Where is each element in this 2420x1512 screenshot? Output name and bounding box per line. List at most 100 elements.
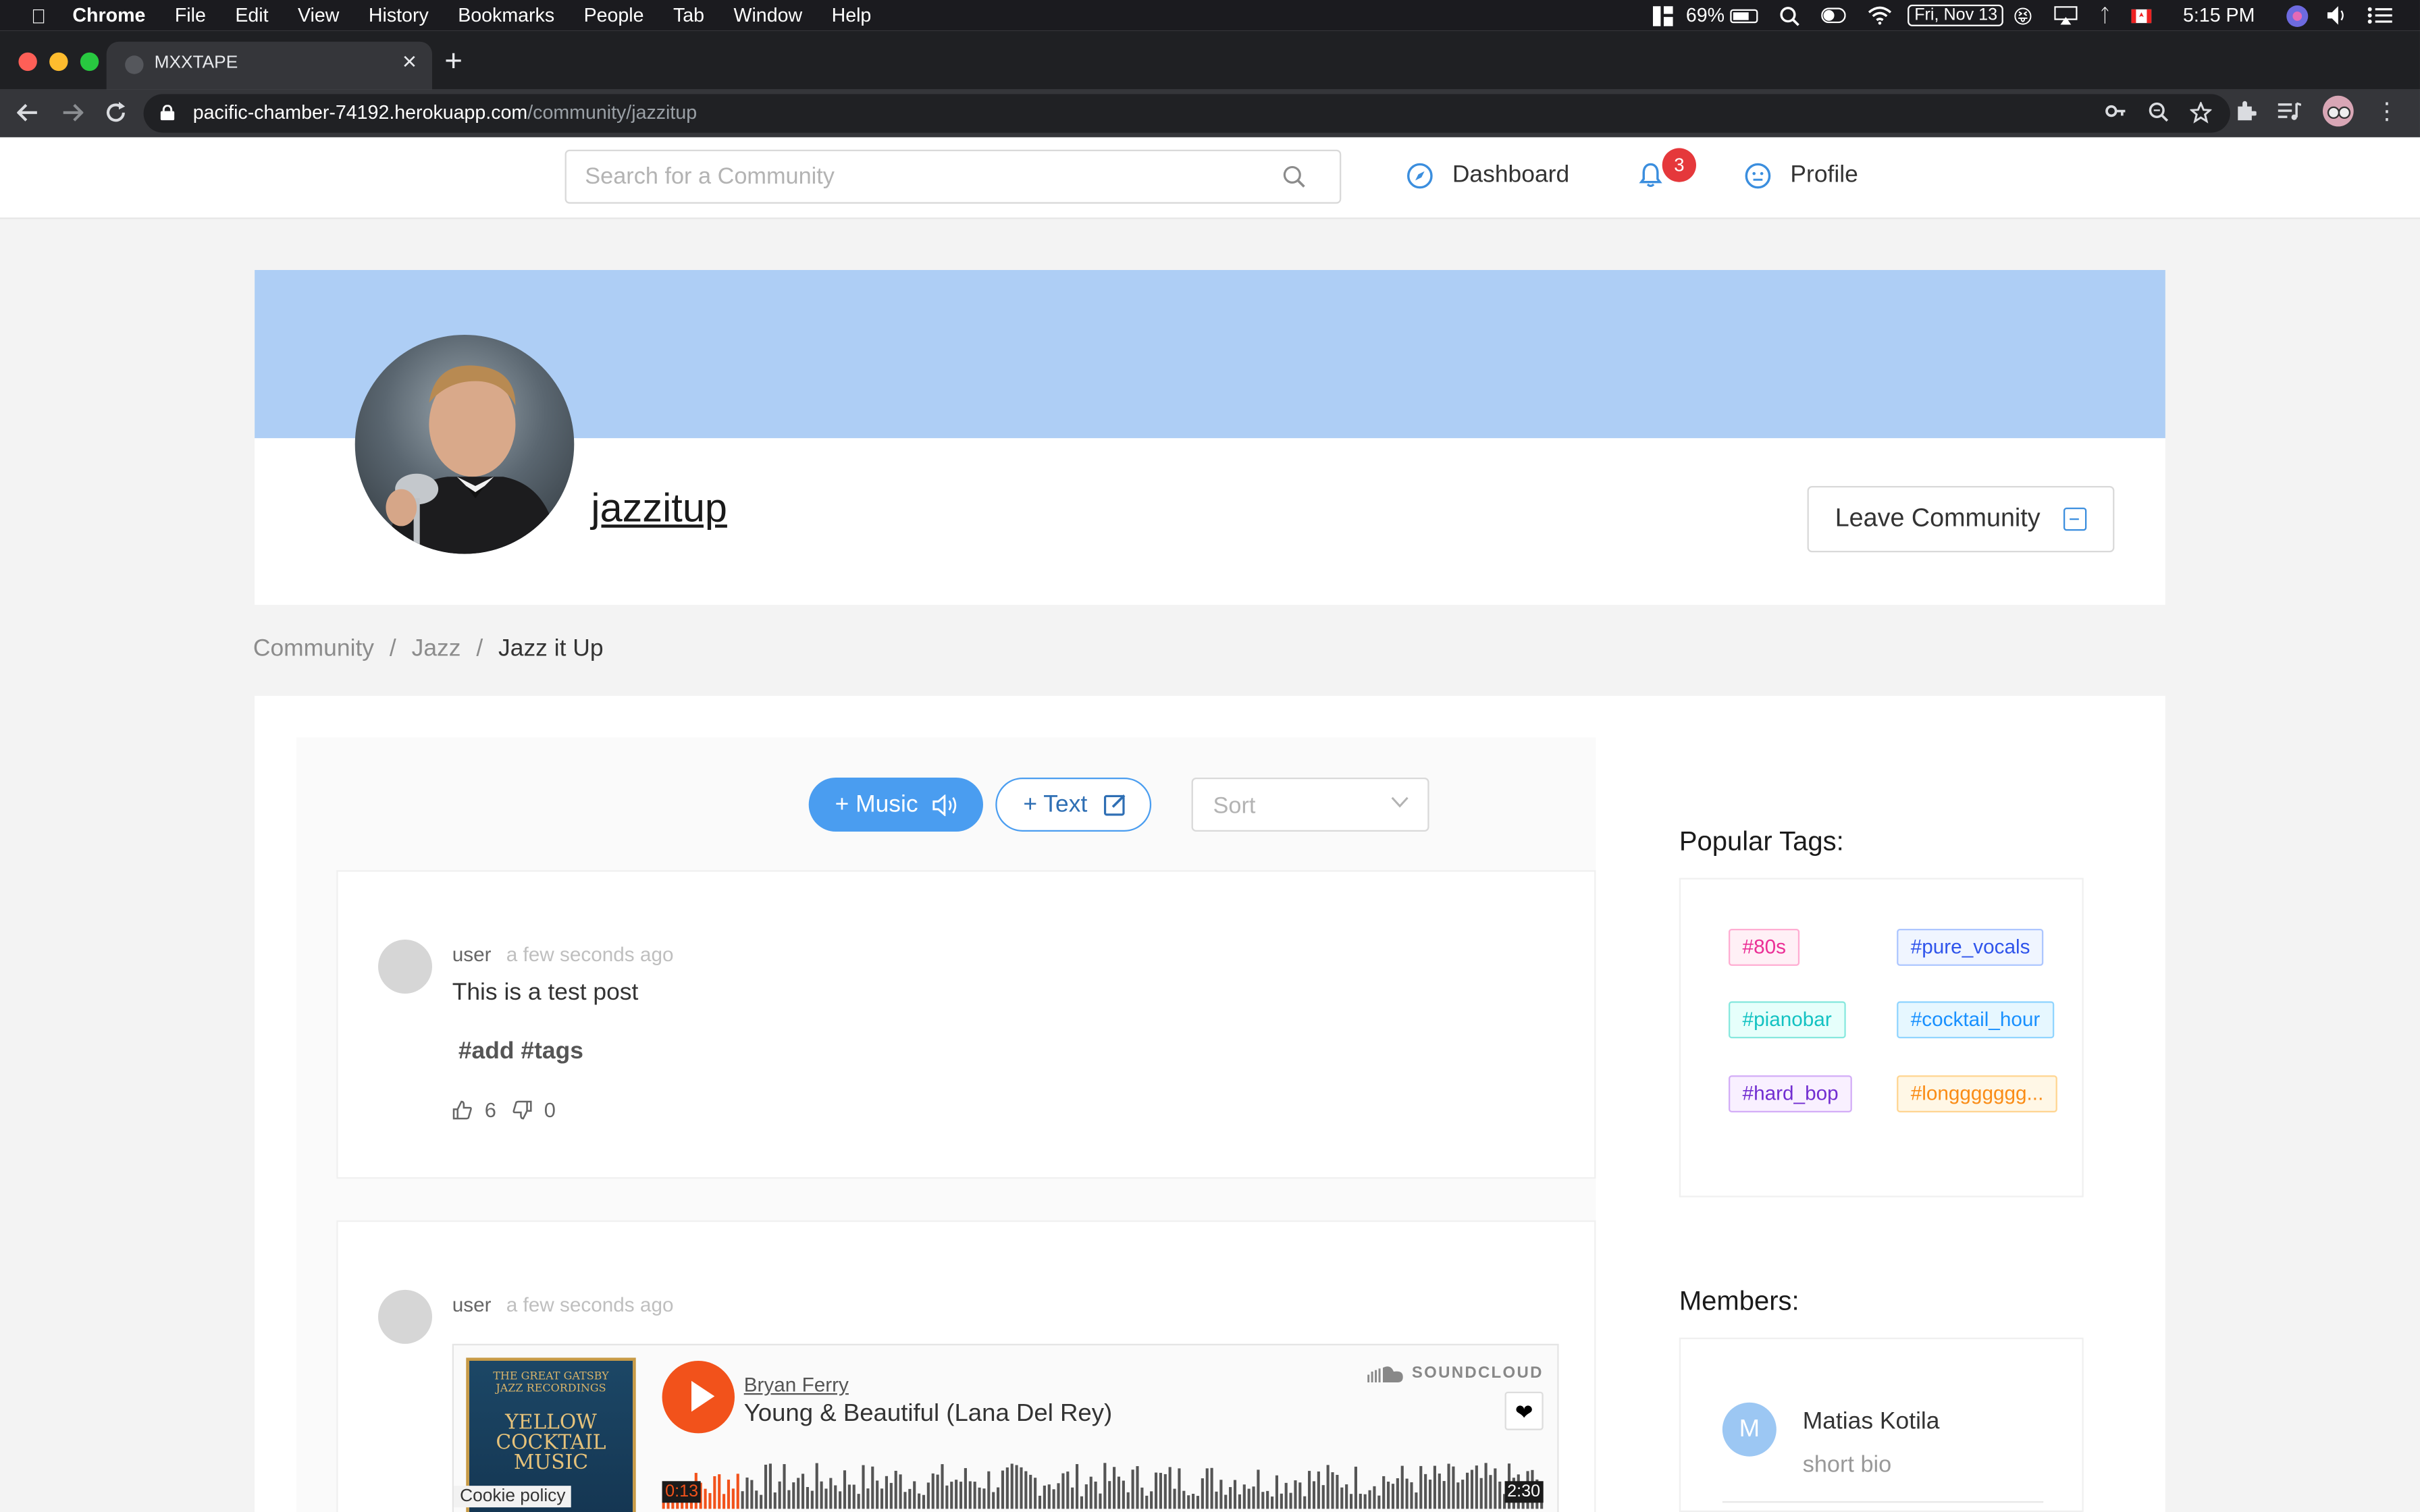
waveform-bar [1479, 1478, 1483, 1509]
post-author[interactable]: user [452, 943, 492, 966]
volume-icon[interactable] [2327, 6, 2349, 25]
url-text[interactable]: pacific-chamber-74192.herokuapp.com/comm… [193, 102, 697, 124]
minimize-window-button[interactable] [49, 52, 68, 72]
post-author[interactable]: user [452, 1293, 492, 1316]
menu-view[interactable]: View [298, 5, 339, 26]
new-tab-button[interactable]: + [444, 45, 463, 80]
menu-file[interactable]: File [175, 5, 206, 26]
spotlight-search-icon[interactable] [1780, 5, 1800, 26]
bookmark-star-icon[interactable] [2190, 101, 2212, 124]
waveform-bar [1294, 1480, 1297, 1509]
address-bar[interactable]: pacific-chamber-74192.herokuapp.com/comm… [143, 94, 2230, 133]
post-card: user a few seconds ago This is a test po… [336, 870, 1596, 1179]
leave-community-button[interactable]: Leave Community [1807, 485, 2115, 553]
waveform-bar [824, 1488, 828, 1509]
like-heart-button[interactable]: ❤ [1504, 1391, 1544, 1430]
siri-icon[interactable] [2286, 4, 2309, 27]
soundcloud-logo[interactable]: SOUNDCLOUD [1367, 1364, 1544, 1382]
chrome-menu-icon[interactable]: ⋮ [2375, 97, 2398, 125]
add-text-button[interactable]: + Text [995, 777, 1152, 832]
nav-dashboard[interactable]: Dashboard [1406, 162, 1569, 190]
apple-icon[interactable]:  [28, 4, 49, 27]
menu-app-chrome[interactable]: Chrome [72, 5, 145, 26]
community-search-input[interactable] [585, 163, 1264, 190]
tag-chip[interactable]: #cocktail_hour [1897, 1001, 2054, 1039]
back-arrow-icon[interactable] [17, 102, 38, 124]
waveform-bar [1089, 1476, 1093, 1509]
waveform-bar [1270, 1496, 1274, 1509]
lock-icon[interactable] [160, 105, 175, 121]
post-author-avatar[interactable] [377, 939, 432, 994]
waveform-bar [1345, 1484, 1348, 1509]
forward-arrow-icon[interactable] [61, 102, 84, 124]
notification-center-icon[interactable] [2367, 6, 2392, 24]
waveform-bar [1047, 1484, 1051, 1509]
tag-chip[interactable]: #80s [1728, 928, 1800, 966]
tag-chip[interactable]: #pure_vocals [1897, 928, 2045, 966]
toggle-status-icon[interactable] [1822, 7, 1847, 24]
menu-window[interactable]: Window [733, 5, 802, 26]
community-name[interactable]: jazzitup [591, 485, 727, 533]
menu-help[interactable]: Help [832, 5, 872, 26]
media-control-icon[interactable] [2278, 102, 2301, 120]
date-indicator[interactable]: Fri, Nov 13 [1908, 4, 2004, 26]
maximize-window-button[interactable] [80, 52, 99, 72]
waveform-bar [903, 1492, 907, 1509]
tag-chip[interactable]: #hard_bop [1728, 1075, 1853, 1112]
member-name[interactable]: Matias Kotila [1803, 1409, 1940, 1436]
waveform-bar [1108, 1481, 1111, 1509]
thumbs-down-icon[interactable] [512, 1100, 532, 1120]
tab-close-icon[interactable]: × [402, 49, 417, 77]
zoom-icon[interactable] [2149, 102, 2169, 122]
breadcrumb-community[interactable]: Community [253, 636, 374, 664]
menu-tab[interactable]: Tab [673, 5, 704, 26]
member-avatar[interactable]: M [1722, 1402, 1777, 1457]
sort-placeholder: Sort [1213, 792, 1256, 819]
key-icon[interactable] [2105, 102, 2127, 120]
waveform-bar [1099, 1493, 1102, 1509]
waveform-bar [1489, 1475, 1492, 1509]
bluetooth-icon[interactable]: ᛏ [2099, 5, 2110, 26]
menu-edit[interactable]: Edit [235, 5, 268, 26]
wifi-icon[interactable] [1868, 6, 1893, 25]
waveform-bar [1466, 1472, 1469, 1509]
browser-tab-active[interactable]: MXXTAPE × [106, 41, 432, 90]
track-title[interactable]: Young & Beautiful (Lana Del Rey) [744, 1401, 1113, 1428]
canada-flag-icon[interactable] [2132, 8, 2153, 23]
artwork-subtitle: THE GREAT GATSBY JAZZ RECORDINGS [493, 1370, 609, 1395]
reload-icon[interactable] [105, 101, 126, 124]
cookie-policy-link[interactable]: Cookie policy [453, 1486, 572, 1508]
sort-select[interactable]: Sort [1191, 777, 1429, 832]
waveform-bar [806, 1487, 810, 1509]
nav-profile[interactable]: Profile [1744, 162, 1858, 190]
play-button[interactable] [662, 1360, 735, 1434]
waveform-bar [945, 1485, 949, 1509]
menu-people[interactable]: People [584, 5, 644, 26]
track-artist[interactable]: Bryan Ferry [744, 1373, 849, 1396]
menu-bookmarks[interactable]: Bookmarks [458, 5, 554, 26]
tag-chip[interactable]: #pianobar [1728, 1001, 1846, 1039]
search-icon[interactable] [1282, 165, 1305, 188]
emoji-status-icon[interactable]: 😝 [2013, 4, 2033, 27]
menubar-clock[interactable]: 5:15 PM [2183, 5, 2255, 26]
notification-badge[interactable]: 3 [1662, 148, 1696, 182]
post-author-avatar[interactable] [377, 1289, 432, 1344]
waveform-bar [1336, 1474, 1339, 1509]
profile-avatar[interactable] [2322, 95, 2354, 127]
bell-icon[interactable] [1639, 162, 1662, 188]
waveform-bar [871, 1466, 874, 1509]
waveform-bar [1275, 1475, 1279, 1509]
grid-status-icon[interactable] [1653, 5, 1674, 26]
extensions-icon[interactable] [2235, 101, 2257, 122]
battery-icon[interactable] [1731, 8, 1759, 23]
close-window-button[interactable] [18, 52, 37, 72]
add-music-button[interactable]: + Music [808, 777, 983, 832]
tag-chip[interactable]: #longgggggg... [1897, 1075, 2057, 1112]
airplay-icon[interactable] [2054, 6, 2078, 25]
menu-history[interactable]: History [369, 5, 429, 26]
breadcrumb-jazz[interactable]: Jazz [412, 636, 461, 664]
waveform[interactable] [662, 1457, 1545, 1509]
post-tags[interactable]: #add #tags [458, 1038, 583, 1066]
thumbs-up-icon[interactable] [452, 1100, 473, 1120]
waveform-bar [1331, 1472, 1334, 1509]
